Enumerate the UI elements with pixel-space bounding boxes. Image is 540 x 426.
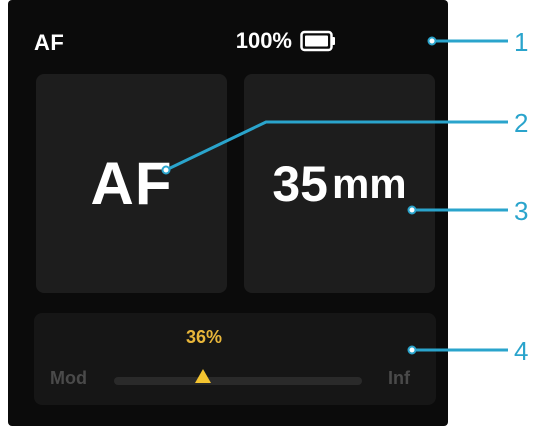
- focus-mode-tile[interactable]: AF: [36, 74, 227, 293]
- callout-number-2: 2: [514, 108, 529, 138]
- callout-number-3: 3: [514, 196, 529, 226]
- callout-number-1: 1: [514, 27, 529, 57]
- focus-min-label: Mod: [50, 368, 87, 388]
- battery-full-icon: [300, 30, 335, 52]
- focal-length-value: 35: [272, 155, 328, 212]
- callout-number-4: 4: [514, 336, 529, 366]
- battery-percent: 100%: [235, 28, 292, 53]
- focal-length-tile[interactable]: 35 mm: [244, 74, 435, 293]
- focus-max-label: Inf: [388, 368, 410, 388]
- device-screen: AF 100% AF 35 mm 36% Mod Inf: [8, 0, 448, 426]
- focus-distance-track[interactable]: [114, 377, 362, 385]
- focus-position-marker[interactable]: [195, 369, 212, 383]
- battery-status: 100%: [236, 28, 336, 54]
- focus-mode-value: AF: [90, 150, 173, 217]
- focus-mode-status: AF: [34, 30, 65, 55]
- focus-distance-percent: 36%: [186, 327, 223, 347]
- focus-distance-panel[interactable]: 36% Mod Inf: [34, 313, 436, 405]
- focal-length-unit: mm: [331, 159, 407, 207]
